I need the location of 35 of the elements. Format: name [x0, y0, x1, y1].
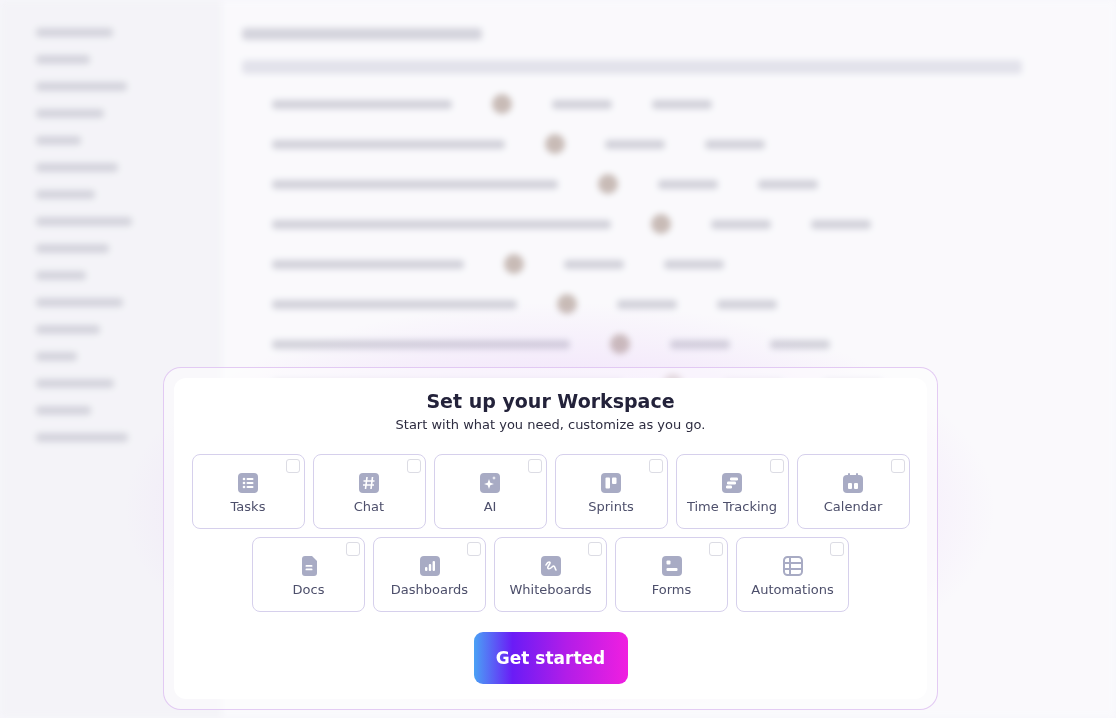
option-card[interactable]: Sprints [554, 454, 668, 529]
checkbox[interactable] [648, 459, 663, 473]
option-card[interactable]: Time Tracking [675, 454, 789, 529]
checkbox[interactable] [709, 542, 723, 556]
dialog-title: Set up your Workspace [426, 390, 675, 412]
option-card[interactable]: Docs [252, 537, 365, 612]
option-card[interactable]: Chat [312, 454, 426, 529]
scribble-icon [540, 556, 561, 576]
list-icon [238, 473, 258, 493]
form-icon [661, 556, 682, 576]
option-card[interactable]: AI [433, 454, 547, 529]
option-card[interactable]: Whiteboards [494, 537, 607, 612]
option-card[interactable]: Tasks [191, 454, 305, 529]
table-icon [782, 556, 803, 576]
calendar-icon [843, 473, 863, 493]
checkbox[interactable] [588, 542, 602, 556]
option-card[interactable]: Calendar [796, 454, 910, 529]
chart-icon [419, 556, 440, 576]
option-card[interactable]: Automations [736, 537, 849, 612]
get-started-button[interactable]: Get started [473, 632, 628, 684]
dialog-subtitle: Start with what you need, customize as you go. [395, 417, 706, 432]
checkbox[interactable] [830, 542, 844, 556]
checkbox[interactable] [467, 542, 481, 556]
checkbox[interactable] [285, 459, 300, 473]
checkbox[interactable] [890, 459, 905, 473]
checkbox[interactable] [769, 459, 784, 473]
checkbox[interactable] [346, 542, 360, 556]
option-card[interactable]: Forms [615, 537, 728, 612]
checkbox[interactable] [527, 459, 542, 473]
checkbox[interactable] [406, 459, 421, 473]
option-card[interactable]: Dashboards [373, 537, 486, 612]
sparkle-icon [480, 473, 500, 493]
bars-icon [722, 473, 742, 493]
hash-icon [359, 473, 379, 493]
board-icon [601, 473, 621, 493]
